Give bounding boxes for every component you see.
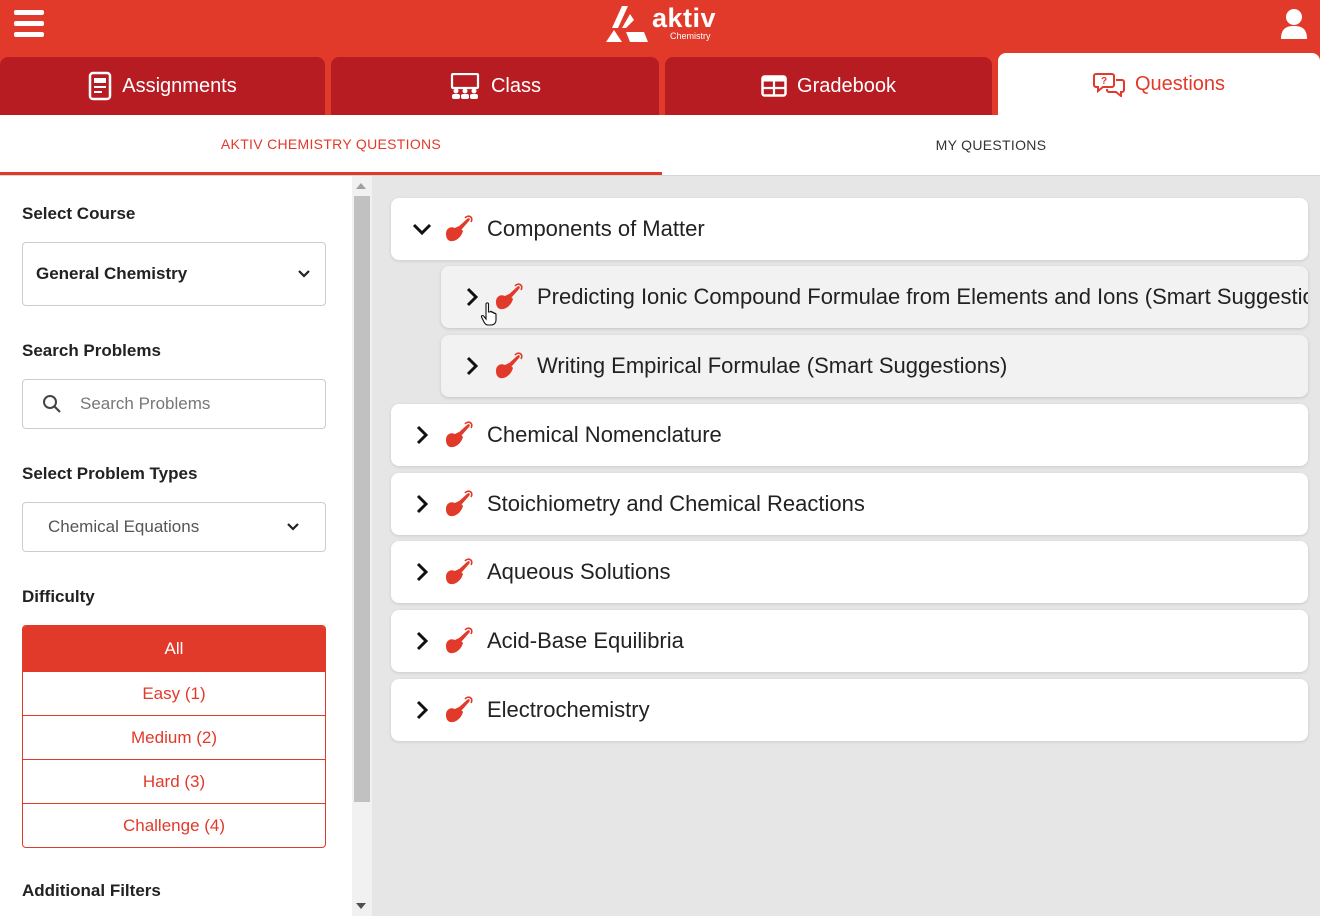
topic-hand-icon — [446, 490, 473, 517]
main-tabs: Assignments Class Gradebook ? Questions — [0, 52, 1320, 115]
aktiv-logo-mark — [606, 6, 648, 42]
problem-types-label: Select Problem Types — [22, 464, 198, 483]
topic-hand-icon — [446, 696, 473, 723]
topic-hand-icon — [446, 558, 473, 585]
subtopic-label: Predicting Ionic Compound Formulae from … — [537, 284, 1308, 309]
select-course-label: Select Course — [22, 204, 136, 223]
topic-label: Components of Matter — [487, 216, 705, 241]
aktiv-logo[interactable]: aktiv Chemistry — [604, 4, 716, 46]
tab-gradebook-label: Gradebook — [797, 74, 896, 97]
chevron-right-icon[interactable] — [411, 561, 433, 583]
scroll-up-arrow[interactable] — [356, 183, 366, 189]
topic-hand-icon — [496, 283, 523, 310]
difficulty-challenge[interactable]: Challenge (4) — [23, 803, 325, 847]
questions-icon: ? — [1092, 73, 1125, 97]
search-problems-label: Search Problems — [22, 341, 161, 360]
brand-subtitle: Chemistry — [670, 31, 711, 41]
tab-assignments-label: Assignments — [122, 74, 237, 97]
user-icon[interactable] — [1280, 8, 1308, 40]
topic-label: Stoichiometry and Chemical Reactions — [487, 491, 865, 516]
assignment-icon — [89, 71, 112, 101]
chevron-right-icon[interactable] — [411, 630, 433, 652]
topic-hand-icon — [446, 627, 473, 654]
chevron-right-icon[interactable] — [411, 699, 433, 721]
scroll-thumb[interactable] — [354, 196, 370, 802]
difficulty-all[interactable]: All — [23, 626, 325, 671]
tab-gradebook[interactable]: Gradebook — [665, 57, 992, 115]
topic-row-aqueous-solutions[interactable]: Aqueous Solutions — [391, 541, 1308, 603]
topic-hand-icon — [446, 215, 473, 242]
difficulty-easy[interactable]: Easy (1) — [23, 671, 325, 715]
difficulty-medium[interactable]: Medium (2) — [23, 715, 325, 759]
topic-tree: Components of Matter Predicting Ionic Co… — [372, 176, 1320, 916]
chevron-right-icon[interactable] — [411, 493, 433, 515]
difficulty-options: All Easy (1) Medium (2) Hard (3) Challen… — [22, 625, 326, 848]
tab-assignments[interactable]: Assignments — [0, 57, 325, 115]
tab-questions[interactable]: ? Questions — [998, 53, 1320, 115]
class-icon — [450, 73, 480, 99]
tab-class[interactable]: Class — [331, 57, 659, 115]
gradebook-icon — [761, 75, 787, 97]
topic-hand-icon — [496, 352, 523, 379]
svg-text:?: ? — [1101, 76, 1107, 87]
subtopic-row-ionic-formulae[interactable]: Predicting Ionic Compound Formulae from … — [441, 266, 1308, 328]
scroll-down-arrow[interactable] — [356, 903, 366, 909]
topic-row-chemical-nomenclature[interactable]: Chemical Nomenclature — [391, 404, 1308, 466]
course-select-value: General Chemistry — [36, 264, 188, 283]
topic-label: Acid-Base Equilibria — [487, 628, 684, 653]
chevron-down-icon — [287, 523, 299, 531]
hamburger-icon[interactable] — [14, 10, 44, 38]
sidebar-scrollbar[interactable] — [352, 176, 372, 916]
topic-row-components-of-matter[interactable]: Components of Matter — [391, 198, 1308, 260]
additional-filters-label: Additional Filters — [22, 881, 161, 900]
topic-hand-icon — [446, 421, 473, 448]
chevron-right-icon[interactable] — [461, 355, 483, 377]
chevron-down-icon — [298, 270, 310, 278]
search-input[interactable] — [80, 394, 310, 414]
tab-class-label: Class — [490, 74, 541, 97]
topic-label: Electrochemistry — [487, 697, 650, 722]
problem-types-value: Chemical Equations — [48, 517, 200, 536]
tab-aktiv-questions[interactable]: AKTIV CHEMISTRY QUESTIONS — [0, 115, 662, 175]
topic-label: Aqueous Solutions — [487, 559, 671, 584]
search-icon — [43, 395, 61, 413]
chevron-down-icon[interactable] — [411, 218, 433, 240]
tab-my-questions[interactable]: MY QUESTIONS — [662, 115, 1320, 175]
search-box — [22, 379, 326, 429]
topic-row-acid-base-equilibria[interactable]: Acid-Base Equilibria — [391, 610, 1308, 672]
tab-questions-label: Questions — [1134, 72, 1226, 95]
problem-types-select[interactable]: Chemical Equations — [22, 502, 326, 552]
course-select[interactable]: General Chemistry — [22, 242, 326, 306]
difficulty-label: Difficulty — [22, 587, 95, 606]
sub-tabs: AKTIV CHEMISTRY QUESTIONS MY QUESTIONS — [0, 115, 1320, 176]
chevron-right-icon[interactable] — [461, 286, 483, 308]
topic-row-stoichiometry[interactable]: Stoichiometry and Chemical Reactions — [391, 473, 1308, 535]
topic-label: Chemical Nomenclature — [487, 422, 722, 447]
filter-sidebar: Select Course General Chemistry Search P… — [0, 176, 352, 916]
brand-name: aktiv — [652, 3, 717, 33]
subtopic-label: Writing Empirical Formulae (Smart Sugges… — [537, 353, 1008, 378]
difficulty-hard[interactable]: Hard (3) — [23, 759, 325, 803]
topic-row-electrochemistry[interactable]: Electrochemistry — [391, 679, 1308, 741]
subtopic-row-empirical-formulae[interactable]: Writing Empirical Formulae (Smart Sugges… — [441, 335, 1308, 397]
chevron-right-icon[interactable] — [411, 424, 433, 446]
top-bar: aktiv Chemistry — [0, 0, 1320, 52]
